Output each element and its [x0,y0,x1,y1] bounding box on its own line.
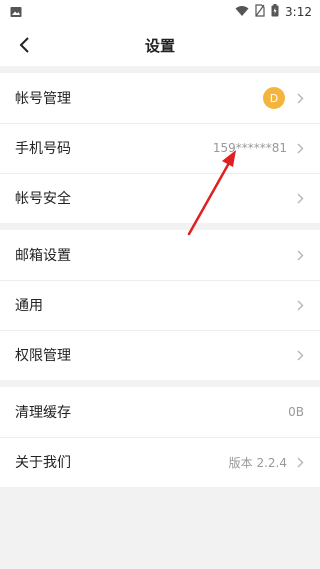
status-bar: 3:12 [0,0,320,24]
account-security-row[interactable]: 帐号安全 [0,173,320,223]
phone-number-row[interactable]: 手机号码 159******81 [0,123,320,173]
back-button[interactable] [12,33,36,57]
about-us-row[interactable]: 关于我们 版本 2.2.4 [0,437,320,487]
chevron-right-icon [297,350,304,361]
clock-time: 3:12 [285,5,312,19]
permission-management-row[interactable]: 权限管理 [0,330,320,380]
settings-group-account: 帐号管理 D 手机号码 159******81 帐号安全 [0,73,320,223]
settings-group-other: 清理缓存 0B 关于我们 版本 2.2.4 [0,387,320,487]
row-label: 手机号码 [15,141,71,157]
image-icon [10,3,22,22]
version-value: 版本 2.2.4 [228,455,287,470]
avatar: D [263,87,285,109]
account-management-row[interactable]: 帐号管理 D [0,73,320,123]
battery-charging-icon [271,4,279,20]
row-label: 清理缓存 [15,405,71,421]
cache-size-value: 0B [288,405,304,419]
section-gap [0,223,320,230]
row-label: 帐号管理 [15,91,71,107]
wifi-icon [235,5,249,20]
general-row[interactable]: 通用 [0,280,320,330]
no-sim-icon [255,4,265,20]
title-bar: 设置 [0,24,320,66]
chevron-right-icon [297,143,304,154]
phone-number-value: 159******81 [212,141,287,155]
row-label: 关于我们 [15,455,71,471]
row-label: 帐号安全 [15,191,71,207]
back-arrow-icon [19,37,29,53]
row-label: 权限管理 [15,348,71,364]
email-settings-row[interactable]: 邮箱设置 [0,230,320,280]
row-label: 邮箱设置 [15,248,71,264]
chevron-right-icon [297,457,304,468]
section-gap [0,66,320,73]
section-gap [0,380,320,387]
settings-group-general: 邮箱设置 通用 权限管理 [0,230,320,380]
clear-cache-row[interactable]: 清理缓存 0B [0,387,320,437]
chevron-right-icon [297,300,304,311]
page-title: 设置 [144,36,175,55]
chevron-right-icon [297,250,304,261]
chevron-right-icon [297,93,304,104]
chevron-right-icon [297,193,304,204]
row-label: 通用 [15,298,43,314]
